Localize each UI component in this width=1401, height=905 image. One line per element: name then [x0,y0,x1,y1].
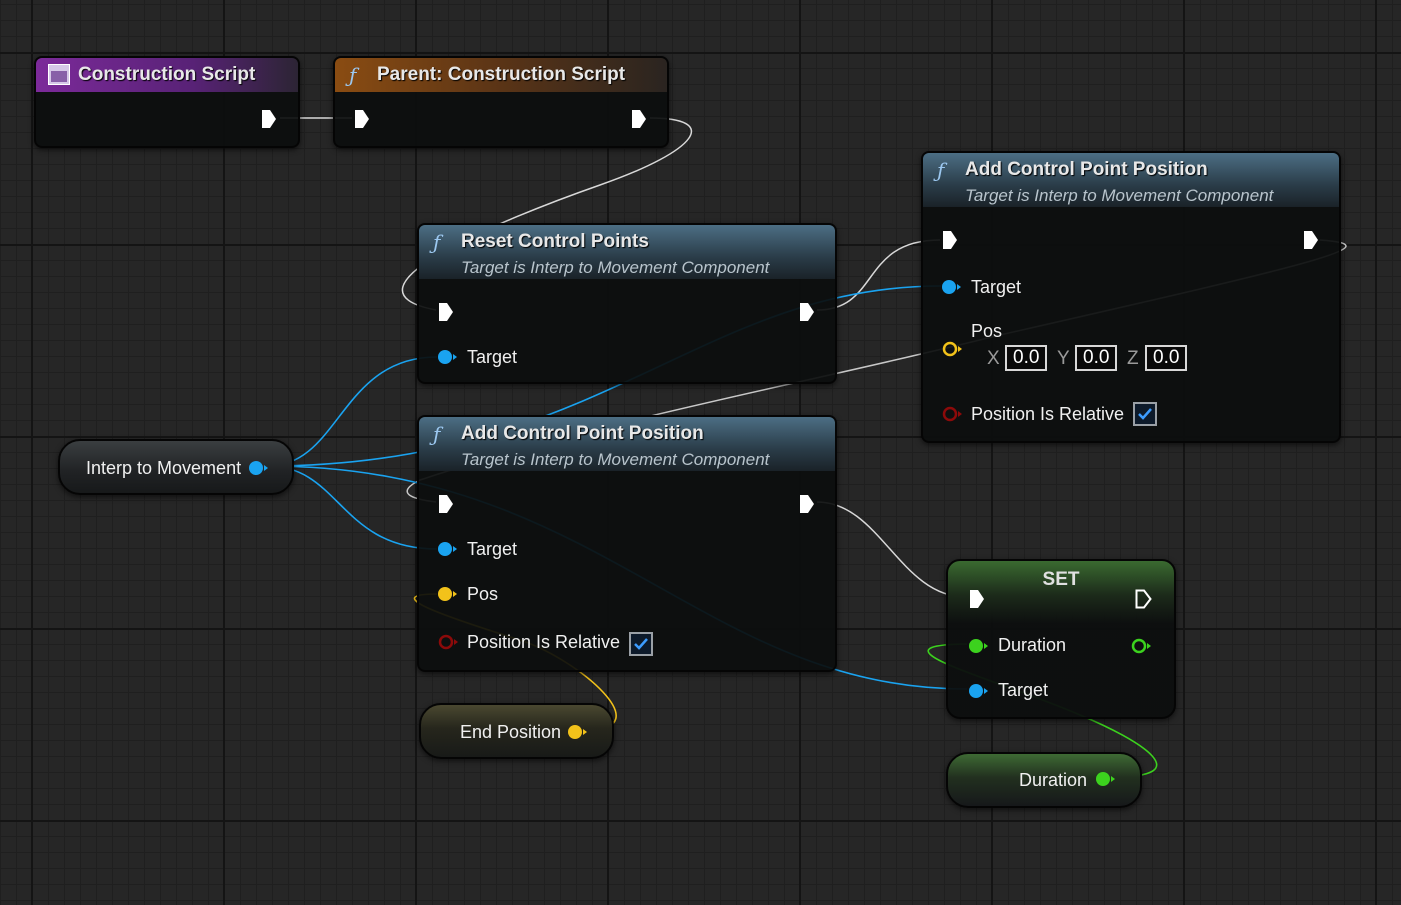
exec-in-pin[interactable] [969,589,985,609]
node-subtitle: Target is Interp to Movement Component [965,186,1274,205]
variable-label: Interp to Movement [86,458,242,478]
set-duration-node[interactable]: SET Duration Target [946,559,1176,719]
float-out-pin[interactable] [1096,771,1115,787]
function-icon: ƒ [349,63,357,87]
node-header: ƒ Reset Control Points Target is Interp … [419,225,835,279]
interp-to-movement-getter[interactable]: Interp to Movement [58,439,294,495]
node-title: Reset Control Points [461,231,649,252]
node-subtitle: Target is Interp to Movement Component [461,450,770,469]
x-label: X [987,348,1000,369]
duration-label: Duration [998,635,1067,655]
variable-label: Duration [1019,770,1088,790]
pos-x-input[interactable]: 0.0 [1005,345,1047,371]
object-out-pin[interactable] [249,460,268,476]
target-pin[interactable] [942,279,961,295]
duration-getter[interactable]: Duration [946,752,1142,808]
target-label: Target [998,680,1049,700]
function-icon: ƒ [937,158,945,182]
exec-out-pin[interactable] [261,109,277,129]
pos-z-input[interactable]: 0.0 [1145,345,1187,371]
position-is-relative-checkbox[interactable] [629,632,653,656]
node-title: SET [1042,569,1080,590]
target-pin[interactable] [969,683,988,699]
exec-in-pin[interactable] [438,494,454,514]
exec-out-pin[interactable] [799,494,815,514]
pos-pin[interactable] [438,586,457,602]
pos-label: Pos [971,321,1003,341]
node-title: Add Control Point Position [965,159,1208,180]
node-header: ƒ Parent: Construction Script [335,58,667,92]
node-title: Add Control Point Position [461,423,704,444]
add-control-point-position-node[interactable]: ƒ Add Control Point Position Target is I… [417,415,837,672]
position-is-relative-pin[interactable] [438,634,458,650]
node-header: ƒ Add Control Point Position Target is I… [923,153,1339,207]
reset-control-points-node[interactable]: ƒ Reset Control Points Target is Interp … [417,223,837,384]
duration-out-pin[interactable] [1131,638,1151,654]
end-position-getter[interactable]: End Position [419,703,614,759]
target-pin[interactable] [438,349,457,365]
position-is-relative-checkbox[interactable] [1133,402,1157,426]
exec-in-pin[interactable] [942,230,958,250]
variable-label: End Position [460,722,562,742]
exec-out-pin[interactable] [799,302,815,322]
node-title: Construction Script [78,64,256,85]
exec-wire [816,501,967,598]
target-label: Target [467,539,518,559]
node-header: Construction Script [36,58,298,92]
node-subtitle: Target is Interp to Movement Component [461,258,770,277]
function-icon: ƒ [433,230,441,254]
object-wire [267,465,438,550]
position-is-relative-pin[interactable] [942,406,962,422]
exec-out-pin[interactable] [1135,589,1152,609]
exec-in-pin[interactable] [438,302,454,322]
y-label: Y [1057,348,1070,369]
pos-pin[interactable] [942,341,962,357]
position-is-relative-label: Position Is Relative [467,632,621,652]
add-control-point-position-node[interactable]: ƒ Add Control Point Position Target is I… [921,151,1341,443]
exec-out-pin[interactable] [1303,230,1319,250]
target-pin[interactable] [438,541,457,557]
pos-y-input[interactable]: 0.0 [1075,345,1117,371]
duration-in-pin[interactable] [969,638,988,654]
target-label: Target [971,277,1022,297]
object-wire [267,356,438,467]
node-title: Parent: Construction Script [377,64,626,85]
pos-label: Pos [467,584,499,604]
node-header: ƒ Add Control Point Position Target is I… [419,417,835,471]
vector-out-pin[interactable] [568,724,587,740]
function-icon: ƒ [433,422,441,446]
z-label: Z [1127,348,1139,369]
parent-construction-script-node[interactable]: ƒ Parent: Construction Script [333,56,669,148]
target-label: Target [467,347,518,367]
exec-out-pin[interactable] [631,109,647,129]
construction-script-node[interactable]: Construction Script [34,56,300,148]
event-icon [48,64,70,85]
exec-in-pin[interactable] [354,109,370,129]
position-is-relative-label: Position Is Relative [971,404,1125,424]
